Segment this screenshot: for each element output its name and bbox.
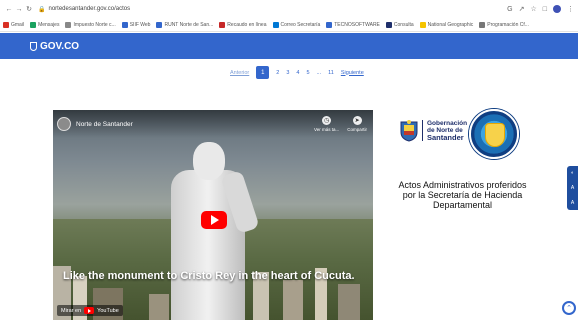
bookmark-label: Programación Cf... [487,21,529,28]
page-4-button[interactable]: 4 [296,70,299,76]
youtube-label: YouTube [97,307,119,314]
page-5-button[interactable]: 5 [306,70,309,76]
chevron-up-icon: ⌃ [566,305,572,312]
forward-icon[interactable]: → [14,6,24,13]
watch-on-label: Mirar en [61,307,82,314]
browser-actions: G ↗ ☆ □ ⋮ [507,5,574,13]
clock-icon: ◷ [322,116,332,125]
bookmark-favicon-icon [326,21,333,28]
govco-shield-icon [30,41,37,51]
bookmark-favicon-icon [419,21,426,28]
play-button[interactable] [201,211,227,229]
bookmark-label: National Geographic [427,21,474,28]
watch-on-youtube-button[interactable]: Mirar en YouTube [57,305,123,316]
gobernacion-logo[interactable]: Gobernación de Norte de Santander [422,120,467,141]
bookmark-favicon-icon [3,21,9,28]
coat-of-arms-icon [400,120,418,142]
browser-toolbar: ← → ↻ 🔒 nortedesantander.gov.co/actos G … [0,0,578,18]
page-1-button[interactable]: 1 [256,66,270,79]
menu-icon[interactable]: ⋮ [567,5,574,13]
watch-later-label: Ver más ta... [313,127,340,132]
bookmark-item[interactable]: TECNOSOFTWARE [326,21,380,28]
share-icon[interactable]: ↗ [519,5,525,13]
bookmark-label: TECNOSOFTWARE [334,21,380,28]
pagination-next[interactable]: Siguiente [341,70,364,76]
gov-header: GOV.CO [0,33,578,59]
page-3-button[interactable]: 3 [286,70,289,76]
hacienda-seal-logo [469,109,519,159]
bookmark-favicon-icon [156,21,163,28]
profile-avatar[interactable] [553,5,561,13]
sidepanel-icon[interactable]: □ [543,6,547,13]
video-channel-title[interactable]: Norte de Santander [76,121,133,128]
gob-line3: Santander [427,133,464,142]
page-11-button[interactable]: 11 [328,70,334,76]
play-icon [211,215,219,225]
google-icon[interactable]: G [507,6,512,13]
seal-emblem-icon [485,123,505,147]
video-statue-head [193,142,225,180]
pagination: Anterior 1 2 3 4 5 ... 11 Siguiente [230,66,364,79]
bookmark-label: Recaudo en línea [227,21,267,28]
bookmark-item[interactable]: RUNT Norte de San... [156,21,214,28]
bookmark-favicon-icon [272,21,279,28]
video-caption: Like the monument to Cristo Rey in the h… [63,270,355,282]
back-icon[interactable]: ← [4,6,14,13]
bookmark-favicon-icon [385,21,392,28]
bookmark-favicon-icon [65,21,72,28]
font-decrease-icon[interactable]: A [571,200,574,206]
bookmark-item[interactable]: Gmail [3,21,25,28]
lock-icon: 🔒 [38,6,46,13]
youtube-logo-icon [84,307,95,314]
pagination-ellipsis: ... [316,69,322,76]
bookmark-favicon-icon [121,21,128,28]
gob-line1: Gobernación [427,120,468,127]
bookmark-item[interactable]: Recaudo en línea [219,21,267,28]
bookmark-label: Mensajes [38,21,60,28]
pagination-previous[interactable]: Anterior [230,70,249,76]
accessibility-widget: ◐ A A [567,166,578,210]
bookmark-item[interactable]: SIIF Web [121,21,151,28]
bookmark-item[interactable]: Mensajes [30,21,60,28]
bookmark-favicon-icon [30,21,37,28]
bookmark-label: SIIF Web [129,21,151,28]
share-button[interactable]: ➤ Compartir [347,116,367,132]
bookmark-favicon-icon [219,21,226,28]
channel-avatar[interactable] [57,117,71,131]
font-increase-icon[interactable]: A [571,185,574,191]
reload-icon[interactable]: ↻ [24,5,34,13]
share-label: Compartir [347,127,367,132]
govco-logo-text: GOV.CO [40,40,80,52]
bookmark-label: Impuesto Norte c... [73,21,116,28]
bookmarks-bar: Gmail Mensajes Impuesto Norte c... SIIF Web… [0,18,578,32]
page-2-button[interactable]: 2 [276,70,279,76]
bookmark-label: Correo Secretaría [280,21,321,28]
govco-logo[interactable]: GOV.CO [30,41,79,52]
bookmark-item[interactable]: Consulta [385,21,414,28]
bookmark-label: RUNT Norte de San... [164,21,214,28]
bookmark-label: Gmail [11,21,25,28]
scroll-top-button[interactable]: ⌃ [562,301,576,315]
star-icon[interactable]: ☆ [530,5,536,13]
bookmark-item[interactable]: Correo Secretaría [272,21,321,28]
actos-title: Actos Administrativos proferidos por la … [398,180,527,210]
share-arrow-icon: ➤ [352,116,362,125]
bookmark-favicon-icon [479,21,486,28]
youtube-video-embed[interactable]: Norte de Santander ◷ Ver más ta... ➤ Com… [53,110,373,320]
bookmark-item[interactable]: National Geographic [419,21,474,28]
bookmark-item[interactable]: Impuesto Norte c... [65,21,116,28]
contrast-icon[interactable]: ◐ [571,170,574,176]
address-bar[interactable]: nortedesantander.gov.co/actos [48,6,130,12]
watch-later-button[interactable]: ◷ Ver más ta... [314,116,339,132]
video-actions: ◷ Ver más ta... ➤ Compartir [314,116,367,132]
bookmark-item[interactable]: Programación Cf... [479,21,529,28]
bookmark-label: Consulta [393,21,414,28]
